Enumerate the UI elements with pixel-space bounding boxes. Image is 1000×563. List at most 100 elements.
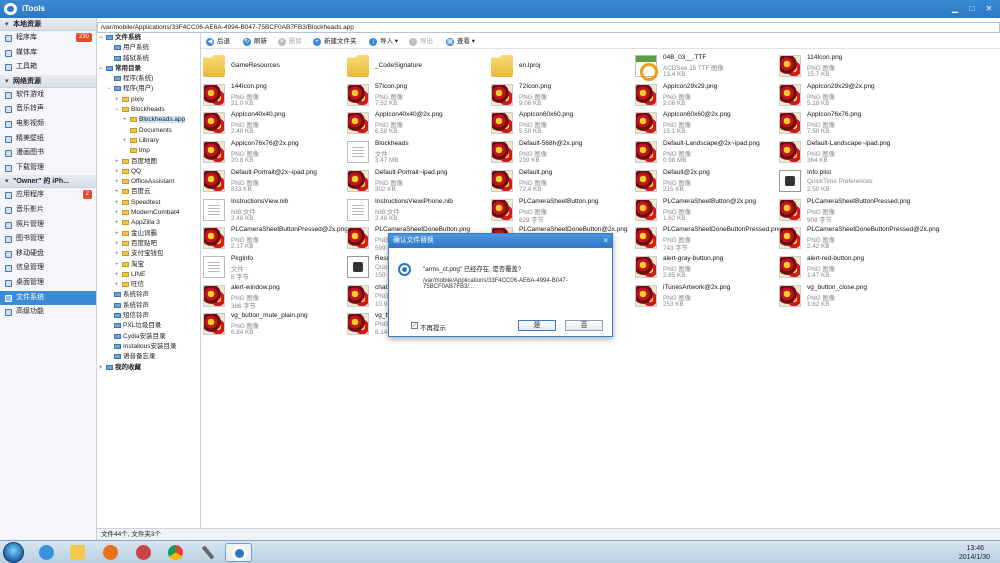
expand-toggle-icon[interactable]: +: [123, 115, 130, 125]
file-item[interactable]: iTunesArtwork@2x.png PNG 图像 253 KB: [633, 282, 776, 310]
nav-item[interactable]: 音乐影片: [0, 203, 96, 218]
tree-node[interactable]: + QQ: [97, 167, 200, 177]
expand-toggle-icon[interactable]: +: [123, 136, 130, 146]
export-button[interactable]: ↑ 导出: [409, 37, 433, 47]
tree-node[interactable]: + 金山词霸: [97, 229, 200, 239]
tree-node[interactable]: PXL垃圾目录: [97, 321, 200, 331]
expand-toggle-icon[interactable]: +: [115, 187, 122, 197]
taskbar-itools[interactable]: [225, 543, 252, 562]
file-item[interactable]: _CodeSignature: [345, 52, 488, 80]
nav-item[interactable]: 工具箱: [0, 60, 96, 75]
nav-item[interactable]: 移动硬盘: [0, 247, 96, 262]
expand-toggle-icon[interactable]: +: [115, 167, 122, 177]
file-item[interactable]: Default.png PNG 图像 72.4 KB: [489, 167, 632, 195]
no-button[interactable]: 否: [565, 320, 603, 331]
file-item[interactable]: Info.plist QuickTime Preferences 2.50 KB: [777, 167, 920, 195]
clock-time[interactable]: 13:46: [966, 545, 984, 552]
tree-node[interactable]: − 文件系统: [97, 33, 200, 43]
nav-item[interactable]: 图书管理: [0, 232, 96, 247]
taskbar-ie[interactable]: [33, 543, 60, 562]
file-item[interactable]: Default-568h@2x.png PNG 图像 239 KB: [489, 138, 632, 166]
file-item[interactable]: vg_button_close.png PNG 图像 1.82 KB: [777, 282, 920, 310]
close-icon[interactable]: ✕: [982, 2, 996, 15]
nav-item[interactable]: 桌面管理: [0, 276, 96, 291]
expand-toggle-icon[interactable]: +: [115, 260, 122, 270]
nav-item[interactable]: 信息管理: [0, 261, 96, 276]
expand-toggle-icon[interactable]: +: [99, 363, 106, 373]
tree-node[interactable]: + 旺信: [97, 280, 200, 290]
tree-node[interactable]: Documents: [97, 126, 200, 136]
nav-item[interactable]: 音乐铃声: [0, 102, 96, 117]
delete-button[interactable]: ✕ 删除: [278, 37, 302, 47]
nav-item[interactable]: 应用程序 2: [0, 188, 96, 203]
tree-node[interactable]: + LINE: [97, 270, 200, 280]
dialog-close-icon[interactable]: ×: [603, 234, 608, 248]
file-item[interactable]: AppIcon40x40.png PNG 图像 2.40 KB: [201, 109, 344, 137]
nav-item[interactable]: 高级功能: [0, 305, 96, 320]
nav-item[interactable]: 电影视频: [0, 117, 96, 132]
file-item[interactable]: Default-Portrait@2x~ipad.png PNG 图像 833 KB: [201, 167, 344, 195]
file-item[interactable]: en.lproj: [489, 52, 632, 80]
taskbar-explorer[interactable]: [64, 543, 91, 562]
tree-node[interactable]: + 百度贴吧: [97, 239, 200, 249]
tree-node[interactable]: + 百度云: [97, 187, 200, 197]
refresh-button[interactable]: ↻ 刷新: [243, 37, 267, 47]
file-item[interactable]: 114Icon.png PNG 图像 15.7 KB: [777, 52, 920, 80]
nav-section-header[interactable]: ▾ "Owner" 的 iPh...: [0, 175, 96, 189]
file-item[interactable]: PLCameraSheetButtonPressed.png PNG 图像 908 …: [777, 196, 920, 224]
file-item[interactable]: InstructionsView.nib NIB 文件 2.48 KB: [201, 196, 344, 224]
new-folder-button[interactable]: + 新建文件夹: [313, 37, 357, 47]
file-item[interactable]: Default-Landscape~ipad.png PNG 图像 364 KB: [777, 138, 920, 166]
expand-toggle-icon[interactable]: +: [115, 229, 122, 239]
file-item[interactable]: Default-Landscape@2x~ipad.png PNG 图像 0.98 …: [633, 138, 776, 166]
back-button[interactable]: ◀ 后退: [206, 37, 230, 47]
expand-toggle-icon[interactable]: +: [115, 239, 122, 249]
tree-node[interactable]: 短信铃声: [97, 311, 200, 321]
file-item[interactable]: 144Icon.png PNG 图像 21.0 KB: [201, 81, 344, 109]
expand-toggle-icon[interactable]: +: [115, 249, 122, 259]
file-item[interactable]: 72Icon.png PNG 图像 9.06 KB: [489, 81, 632, 109]
view-button[interactable]: ▦ 查看 ▾: [446, 37, 475, 47]
file-item[interactable]: GameResources: [201, 52, 344, 80]
expand-toggle-icon[interactable]: +: [115, 270, 122, 280]
tree-node[interactable]: + Library: [97, 136, 200, 146]
nav-item[interactable]: 媒体库: [0, 46, 96, 61]
nav-section-header[interactable]: ▾ 网络资源: [0, 74, 96, 88]
file-item[interactable]: AppIcon29x29.png PNG 图像 2.06 KB: [633, 81, 776, 109]
yes-button[interactable]: 是: [518, 320, 556, 331]
file-item[interactable]: AppIcon60x60.png PNG 图像 5.50 KB: [489, 109, 632, 137]
taskbar-firefox[interactable]: [97, 543, 124, 562]
file-item[interactable]: alert-gray-button.png PNG 图像 2.85 KB: [633, 253, 776, 281]
file-item[interactable]: PLCameraSheetButtonPressed@2x.png PNG 图像 2…: [201, 224, 348, 252]
expand-toggle-icon[interactable]: +: [115, 177, 122, 187]
file-item[interactable]: PLCameraSheetDoneButtonPressed.png PNG 图像…: [633, 224, 782, 252]
tree-node[interactable]: tmp: [97, 146, 200, 156]
import-button[interactable]: ↓ 导入 ▾: [369, 37, 398, 47]
file-item[interactable]: AppIcon60x60@2x.png PNG 图像 15.1 KB: [633, 109, 776, 137]
expand-toggle-icon[interactable]: +: [115, 208, 122, 218]
nav-item[interactable]: 照片管理: [0, 218, 96, 233]
tree-node[interactable]: + pixiv: [97, 95, 200, 105]
file-item[interactable]: PLCameraSheetButton.png PNG 图像 629 字节: [489, 196, 632, 224]
tree-node[interactable]: + OfficeAssistant: [97, 177, 200, 187]
file-item[interactable]: PLCameraSheetDoneButtonPressed@2x.png PNG…: [777, 224, 939, 252]
expand-toggle-icon[interactable]: −: [99, 64, 106, 74]
file-item[interactable]: AppIcon76x76@2x.png PNG 图像 20.8 KB: [201, 138, 344, 166]
expand-toggle-icon[interactable]: +: [115, 280, 122, 290]
minimize-icon[interactable]: ▁: [948, 2, 962, 15]
file-item[interactable]: alert-window.png PNG 图像 386 字节: [201, 282, 344, 310]
file-item[interactable]: Blockheads 文件 3.47 MB: [345, 138, 488, 166]
expand-toggle-icon[interactable]: −: [115, 105, 122, 115]
expand-toggle-icon[interactable]: +: [115, 157, 122, 167]
tree-node[interactable]: Installous安装目录: [97, 342, 200, 352]
taskbar-paint[interactable]: [130, 543, 157, 562]
tree-node[interactable]: + AppZilla 3: [97, 218, 200, 228]
file-item[interactable]: alert-red-button.png PNG 图像 1.47 KB: [777, 253, 920, 281]
tree-node[interactable]: − 常用目录: [97, 64, 200, 74]
nav-item[interactable]: 文件系统: [0, 290, 96, 306]
path-bar[interactable]: /var/mobile/Applications/33F4CC06-AE6A-4…: [97, 22, 1000, 33]
expand-toggle-icon[interactable]: +: [115, 218, 122, 228]
tree-node[interactable]: + ModernCombat4: [97, 208, 200, 218]
start-button[interactable]: [3, 542, 24, 563]
nav-item[interactable]: 漫画图书: [0, 146, 96, 161]
